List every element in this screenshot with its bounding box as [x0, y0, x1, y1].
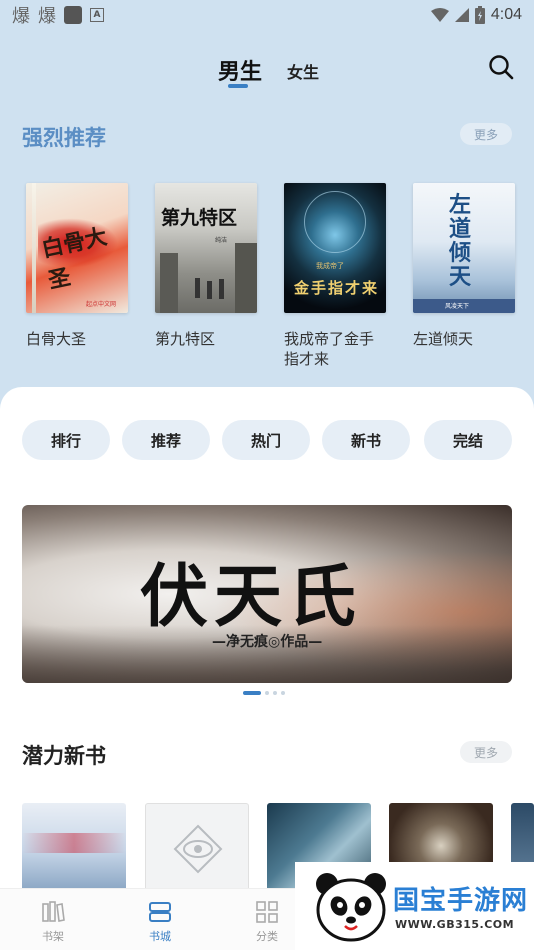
tab-female[interactable]: 女生: [287, 59, 319, 83]
pill-finished[interactable]: 完结: [424, 420, 512, 460]
pagination-dot: [265, 691, 269, 695]
status-notifications: 爆 爆 A: [12, 2, 104, 28]
book-card[interactable]: 白骨大圣 起点中文网 白骨大圣: [26, 183, 128, 349]
nav-label: 书架: [42, 930, 64, 943]
book-card[interactable]: 左道倾天 风凌天下 左道倾天: [413, 183, 515, 349]
banner-title: 伏天氏: [140, 557, 363, 637]
more-button-recommended[interactable]: 更多: [460, 123, 512, 145]
cover-subtitle: 我成帝了: [316, 262, 344, 270]
signal-icon: [454, 8, 469, 22]
book-card[interactable]: 第九特区 纯洁 第九特区: [155, 183, 257, 349]
banner-subtitle: —净无痕◎作品—: [212, 634, 323, 650]
active-tab-indicator: [228, 84, 248, 88]
nav-label: 分类: [256, 930, 278, 943]
cover-title: 金手指才来: [294, 279, 380, 297]
app-notification-icon: [64, 6, 82, 24]
book-card[interactable]: 我成帝了 金手指才来 我成帝了金手指才来: [284, 183, 386, 369]
book-title: 左道倾天: [413, 330, 474, 348]
battery-icon: [474, 6, 485, 24]
book-title: 我成帝了金手指才来: [284, 330, 375, 368]
category-icon: [256, 901, 278, 923]
search-icon[interactable]: [488, 54, 514, 80]
cover-author: 风凌天下: [445, 303, 470, 310]
pill-ranking[interactable]: 排行: [22, 420, 110, 460]
status-bar: 爆 爆 A 4:04: [0, 0, 534, 30]
pill-new[interactable]: 新书: [322, 420, 410, 460]
new-book-cover[interactable]: [145, 803, 249, 898]
promo-banner[interactable]: 伏天氏 —净无痕◎作品—: [22, 505, 512, 683]
more-button-potential[interactable]: 更多: [460, 741, 512, 763]
nav-category[interactable]: 分类: [237, 899, 297, 944]
eye-emblem-icon: [173, 824, 223, 874]
watermark: 国宝手游网 WWW.GB315.COM: [295, 862, 534, 950]
pagination-dot: [273, 691, 277, 695]
bookstore-icon: [149, 902, 171, 922]
nav-bookshelf[interactable]: 书架: [23, 899, 83, 944]
cover-title: 第九特区: [161, 207, 238, 229]
cover-author: 纯洁: [215, 237, 228, 244]
pill-recommend[interactable]: 推荐: [122, 420, 210, 460]
notification-icon: 爆: [38, 6, 56, 27]
pagination-dot: [281, 691, 285, 695]
watermark-brand: 国宝手游网: [393, 886, 529, 916]
book-cover[interactable]: 白骨大圣 起点中文网: [26, 183, 128, 313]
section-title-recommended: 强烈推荐: [22, 126, 106, 150]
nav-label: 书城: [149, 930, 171, 943]
category-pills: 排行 推荐 热门 新书 完结: [22, 420, 512, 460]
book-title: 白骨大圣: [26, 330, 87, 348]
status-system: 4:04: [430, 6, 522, 24]
cover-title: 左道倾天: [449, 192, 472, 290]
book-cover[interactable]: 左道倾天 风凌天下: [413, 183, 515, 313]
book-cover[interactable]: 第九特区 纯洁: [155, 183, 257, 313]
nav-bookstore[interactable]: 书城: [130, 899, 190, 944]
status-time: 4:04: [490, 6, 522, 23]
panda-logo-icon: [316, 873, 386, 942]
cover-brand: 起点中文网: [86, 301, 117, 308]
keyboard-notification-icon: A: [90, 8, 104, 22]
book-title: 第九特区: [155, 330, 216, 348]
tab-male[interactable]: 男生: [218, 54, 262, 86]
notification-icon: 爆: [12, 6, 30, 27]
pagination-dot-active: [243, 691, 261, 695]
watermark-url: WWW.GB315.COM: [395, 918, 515, 931]
bookshelf-icon: [42, 901, 65, 922]
section-title-potential: 潜力新书: [22, 744, 106, 768]
banner-pagination: [243, 691, 285, 695]
book-cover[interactable]: 我成帝了 金手指才来: [284, 183, 386, 313]
pill-popular[interactable]: 热门: [222, 420, 310, 460]
wifi-icon: [430, 8, 449, 22]
new-book-cover[interactable]: [22, 803, 126, 898]
gender-tabs: 男生 女生: [0, 50, 534, 90]
